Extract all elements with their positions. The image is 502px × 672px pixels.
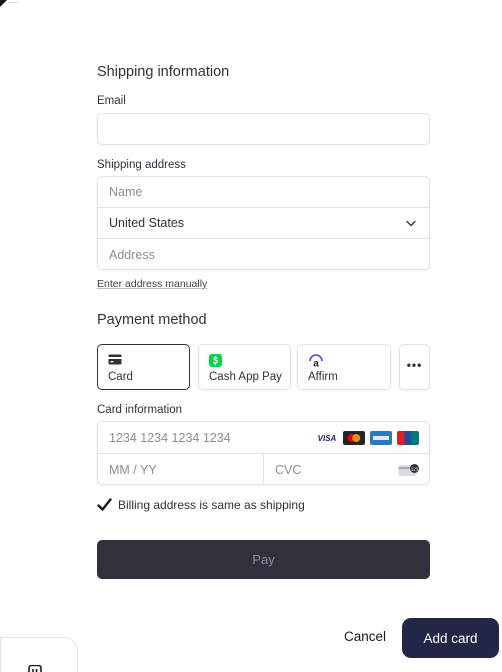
enter-address-manually-link[interactable]: Enter address manually [97,278,207,290]
document-icon [28,665,42,672]
card-brands: VISA [316,431,419,445]
card-information-group: 1234 1234 1234 1234 VISA MM / YY CVC 123 [97,421,430,485]
card-number-input[interactable]: 1234 1234 1234 1234 VISA [98,422,429,454]
add-card-button[interactable]: Add card [402,618,499,658]
payment-method-affirm-label: Affirm [308,371,338,383]
payment-method-affirm[interactable]: a Affirm [297,344,391,390]
divider [8,2,18,3]
country-select[interactable]: United States [98,208,429,239]
more-icon: ••• [406,358,423,372]
mastercard-icon [343,431,365,445]
payment-method-card[interactable]: Card [97,344,190,390]
shipping-address-label: Shipping address [97,159,186,171]
cancel-button[interactable]: Cancel [344,629,386,644]
corner-arrow-icon [0,0,7,7]
bottom-floating-panel [0,637,78,672]
country-value: United States [109,216,185,230]
pay-button[interactable]: Pay [97,540,430,579]
payment-method-title: Payment method [97,312,207,328]
name-input[interactable]: Name [98,177,429,208]
chevron-down-icon [406,220,416,227]
checkmark-icon[interactable] [97,498,112,512]
expiry-input[interactable]: MM / YY [98,454,264,485]
shipping-title: Shipping information [97,64,230,80]
unionpay-icon [397,431,419,445]
cvc-input[interactable]: CVC 123 [264,454,430,485]
affirm-icon: a [309,354,323,369]
amex-icon [370,431,392,445]
email-label: Email [97,95,126,107]
card-icon [108,354,122,365]
email-field[interactable] [97,113,430,145]
payment-method-cash-app[interactable]: Cash App Pay [198,344,291,390]
billing-same-as-shipping[interactable]: Billing address is same as shipping [97,498,305,512]
billing-checkbox-label: Billing address is same as shipping [118,498,305,512]
svg-text:123: 123 [411,466,419,471]
payment-method-card-label: Card [108,371,133,383]
address-input[interactable]: Address [98,239,429,270]
shipping-address-group: Name United States Address [97,176,430,270]
cvc-card-icon: 123 [398,464,419,476]
cash-app-icon [209,354,222,367]
card-number-placeholder: 1234 1234 1234 1234 [109,430,231,445]
cvc-placeholder: CVC [275,462,302,477]
svg-text:a: a [313,359,319,369]
card-information-label: Card information [97,404,183,416]
visa-icon: VISA [316,431,338,445]
more-payment-methods-button[interactable]: ••• [399,344,430,390]
payment-method-cash-app-label: Cash App Pay [209,371,282,383]
